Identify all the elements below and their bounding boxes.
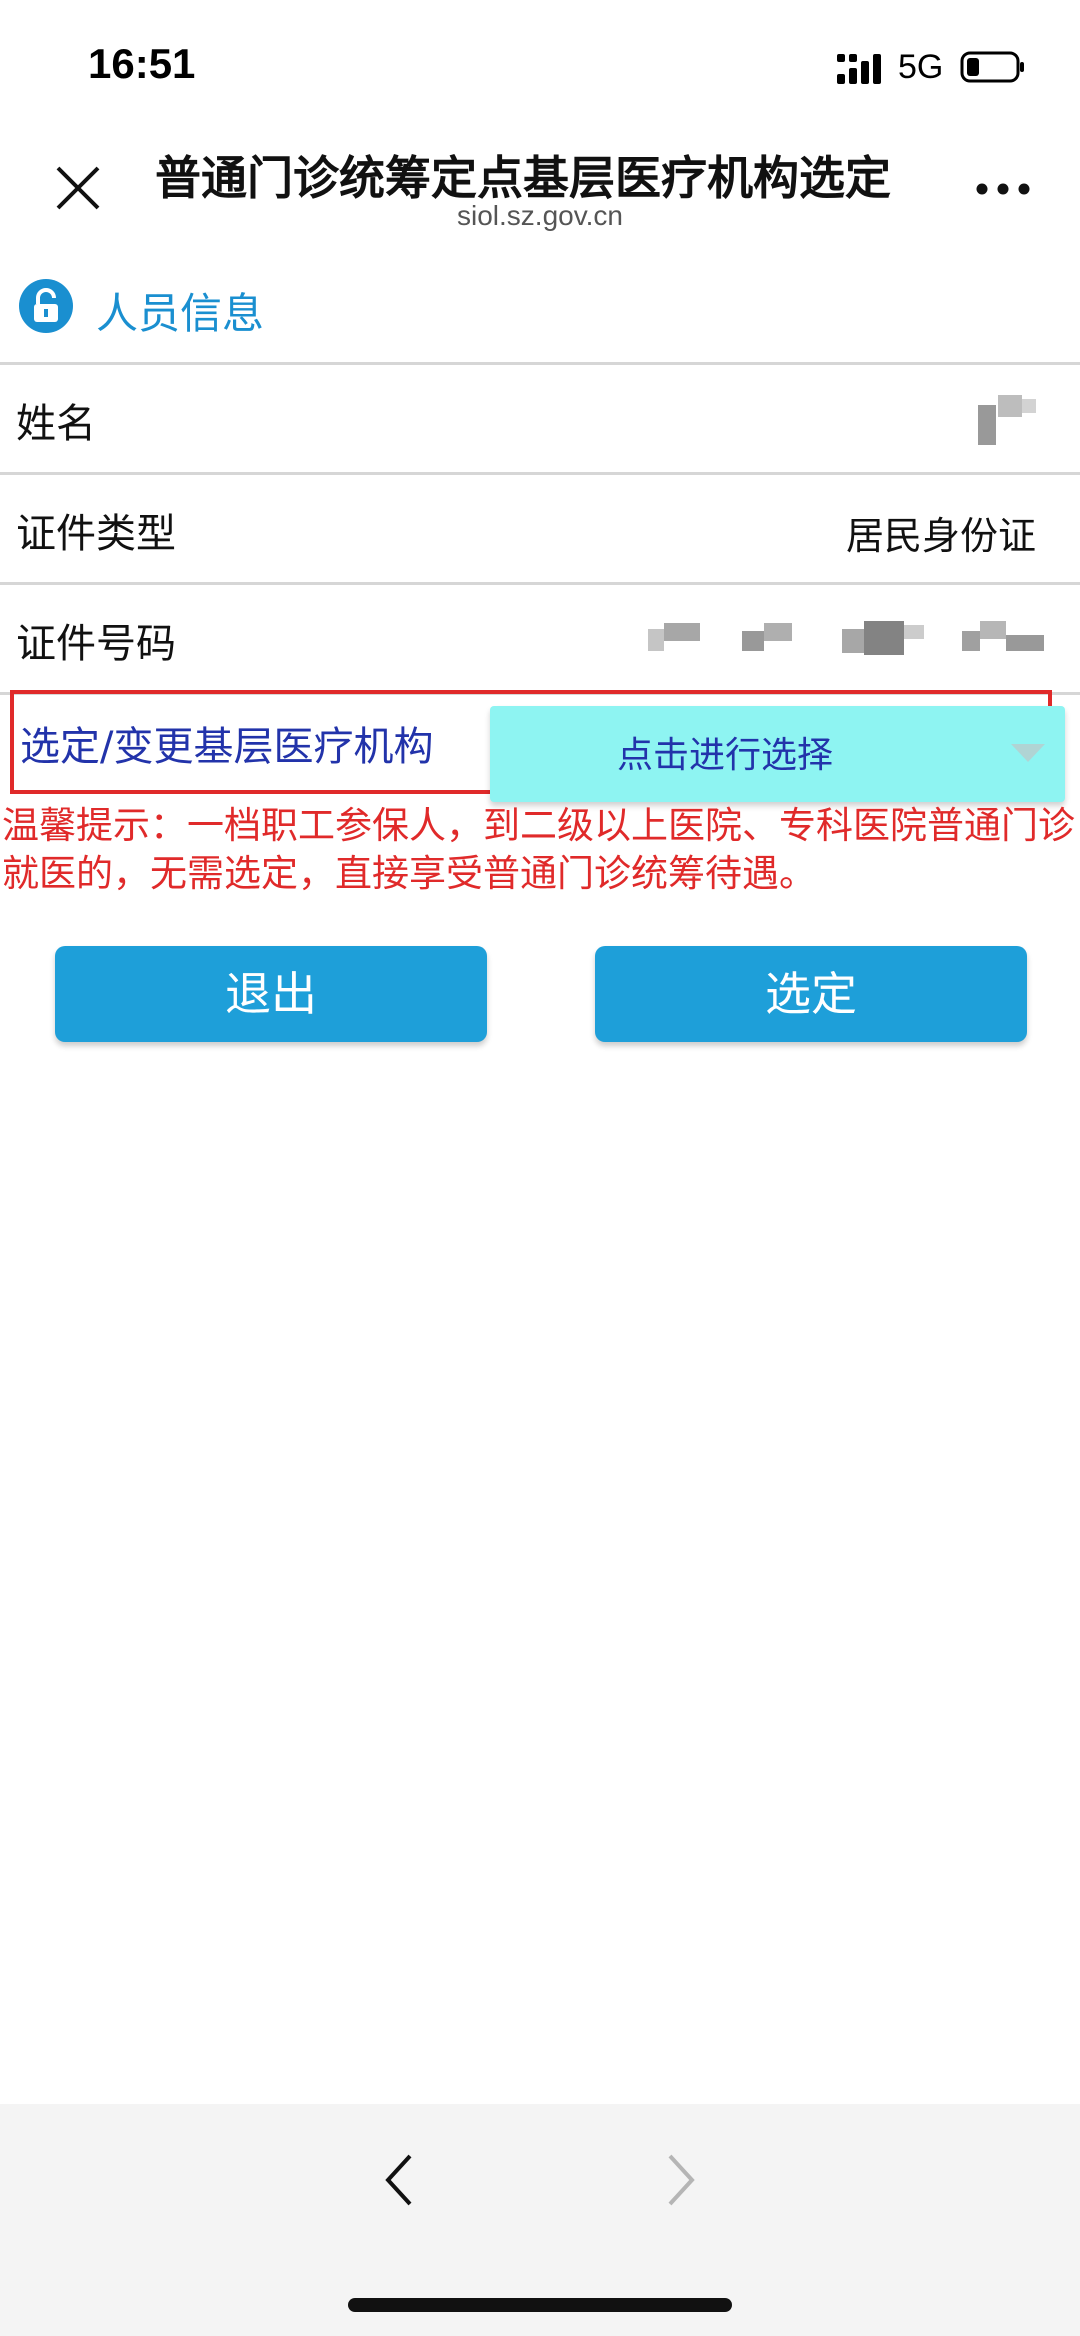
browser-header: 普通门诊统筹定点基层医疗机构选定 siol.sz.gov.cn (0, 130, 1080, 260)
network-label: 5G (898, 48, 944, 86)
page-url: siol.sz.gov.cn (457, 200, 623, 231)
status-bar: 16:51 5G (0, 0, 1080, 130)
id-number-row: 证件号码 (0, 582, 1080, 693)
lock-icon (19, 279, 73, 333)
id-number-label: 证件号码 (16, 621, 176, 667)
institution-select-value: 点击进行选择 (616, 735, 833, 776)
forward-arrow-icon[interactable] (660, 2150, 700, 2210)
section-title: 人员信息 (96, 289, 265, 338)
browser-nav-bar (0, 2104, 1080, 2336)
id-type-value: 居民身份证 (845, 514, 1036, 558)
signal-icon (837, 54, 881, 84)
more-icon[interactable] (975, 182, 1031, 196)
institution-select-row: 选定/变更基层医疗机构 点击进行选择 (10, 690, 1065, 802)
page-title: 普通门诊统筹定点基层医疗机构选定 (155, 151, 891, 204)
id-type-label: 证件类型 (16, 511, 176, 557)
id-type-row: 证件类型 居民身份证 (0, 472, 1080, 583)
institution-select-label: 选定/变更基层医疗机构 (20, 724, 434, 770)
notice-text: 温馨提示：一档职工参保人，到二级以上医院、专科医院普通门诊就医的，无需选定，直接… (2, 804, 1075, 895)
battery-icon (960, 51, 1024, 83)
exit-button[interactable]: 退出 (55, 946, 487, 1042)
name-row: 姓名 (0, 362, 1080, 473)
confirm-button[interactable]: 选定 (595, 946, 1027, 1042)
name-label: 姓名 (16, 401, 96, 447)
status-time: 16:51 (88, 40, 196, 87)
institution-select[interactable]: 点击进行选择 (490, 706, 1065, 802)
home-indicator[interactable] (348, 2298, 732, 2312)
dropdown-arrow-icon (1011, 744, 1045, 762)
back-arrow-icon[interactable] (380, 2150, 420, 2210)
section-header: 人员信息 (0, 270, 1080, 360)
